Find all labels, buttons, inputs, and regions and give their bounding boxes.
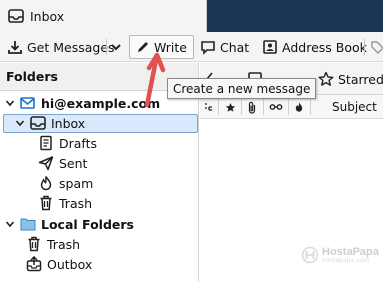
- trash-icon: [26, 236, 42, 252]
- chevron-down-icon[interactable]: [4, 97, 16, 109]
- get-messages-button[interactable]: Get Messages: [7, 35, 115, 59]
- mail-account-icon: [20, 95, 36, 111]
- inbox-icon: [8, 9, 24, 23]
- flame-icon: [38, 175, 54, 191]
- read-column-icon[interactable]: [266, 99, 286, 115]
- send-icon: [38, 155, 54, 171]
- toolbar-separator: [106, 39, 107, 55]
- folder-drafts[interactable]: Drafts: [38, 133, 97, 153]
- hostapapa-watermark: HostaPapa hostapapa.com: [301, 246, 379, 264]
- chevron-down-icon: [111, 44, 121, 51]
- local-outbox[interactable]: Outbox: [26, 254, 92, 274]
- chat-button[interactable]: Chat: [200, 35, 249, 59]
- account-row[interactable]: hi@example.com: [4, 93, 160, 113]
- outbox-icon: [26, 256, 42, 272]
- junk-column-icon[interactable]: [291, 99, 307, 115]
- starred-filter-button[interactable]: Starred: [318, 68, 383, 90]
- attachment-column-icon[interactable]: [243, 99, 261, 115]
- folder-trash[interactable]: Trash: [38, 193, 92, 213]
- folder-inbox[interactable]: Inbox: [14, 113, 85, 133]
- chat-icon: [201, 41, 215, 55]
- address-book-icon: [263, 40, 277, 54]
- tag-icon[interactable]: [370, 35, 383, 59]
- trash-icon: [38, 195, 54, 211]
- pencil-icon: [138, 42, 148, 52]
- star-icon: [318, 71, 334, 86]
- drafts-icon: [38, 135, 54, 151]
- folder-icon: [20, 216, 36, 232]
- toolbar-separator: [364, 39, 365, 55]
- thread-column-icon[interactable]: [202, 99, 216, 115]
- local-folders-row[interactable]: Local Folders: [4, 214, 134, 234]
- address-book-button[interactable]: Address Book: [262, 35, 367, 59]
- column-subject[interactable]: Subject: [312, 99, 383, 115]
- tab-bar: Inbox: [0, 0, 383, 32]
- tab-label: Inbox: [30, 8, 65, 24]
- write-tooltip: Create a new message: [167, 78, 317, 99]
- get-messages-dropdown[interactable]: [110, 35, 122, 59]
- folder-spam[interactable]: spam: [38, 173, 93, 193]
- write-button[interactable]: Write: [129, 35, 195, 59]
- main-toolbar: Get Messages Write Chat Address Book: [0, 32, 383, 62]
- inbox-icon: [30, 115, 46, 131]
- local-trash[interactable]: Trash: [26, 234, 80, 254]
- download-icon: [8, 41, 22, 54]
- chevron-down-icon[interactable]: [4, 218, 16, 230]
- tab-inbox[interactable]: Inbox: [0, 0, 207, 32]
- folder-sent[interactable]: Sent: [38, 153, 87, 173]
- chevron-down-icon[interactable]: [14, 117, 26, 129]
- hostapapa-logo-icon: [301, 246, 319, 264]
- star-column-icon[interactable]: [221, 99, 239, 115]
